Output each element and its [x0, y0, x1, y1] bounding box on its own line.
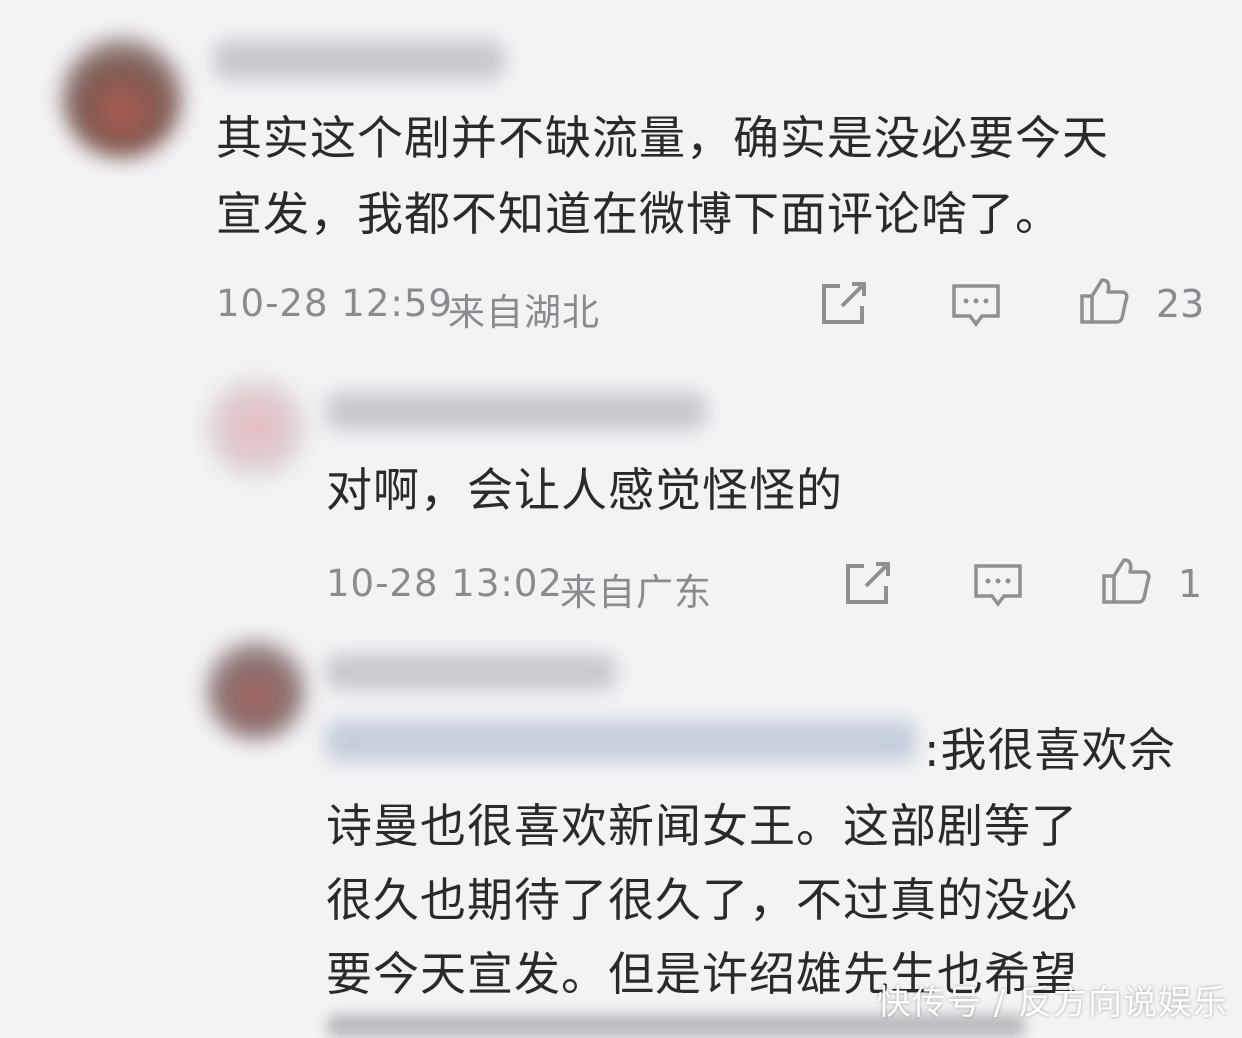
- comment-text: 很久也期待了很久了，不过真的没必: [326, 873, 1078, 927]
- avatar[interactable]: [62, 38, 182, 158]
- username-blurred[interactable]: [214, 40, 504, 80]
- username-blurred[interactable]: [326, 392, 706, 430]
- avatar[interactable]: [206, 640, 306, 740]
- thumbs-up-icon[interactable]: [1100, 554, 1152, 606]
- username-blurred[interactable]: [326, 654, 616, 690]
- location: 来自湖北: [448, 291, 600, 334]
- comment-text: 对啊，会让人感觉怪怪的: [326, 463, 843, 517]
- like-count: 1: [1178, 562, 1203, 606]
- comment-bubble-icon[interactable]: [972, 560, 1024, 612]
- avatar[interactable]: [206, 378, 306, 478]
- thumbs-up-icon[interactable]: [1078, 274, 1130, 326]
- comment-text: 宣发，我都不知道在微博下面评论啥了。: [216, 187, 1062, 241]
- comment-bubble-icon[interactable]: [950, 280, 1002, 332]
- share-edit-icon[interactable]: [818, 278, 870, 330]
- share-edit-icon[interactable]: [842, 558, 894, 610]
- comment-text: 其实这个剧并不缺流量，确实是没必要今天: [216, 111, 1109, 165]
- like-count: 23: [1156, 282, 1205, 326]
- timestamp: 10-28 13:02: [326, 562, 563, 605]
- reply-target-blurred[interactable]: [326, 720, 916, 762]
- reply-text: :我很喜欢佘: [924, 723, 1176, 777]
- comment-text: 诗曼也很喜欢新闻女王。这部剧等了: [326, 799, 1078, 853]
- location: 来自广东: [560, 571, 712, 614]
- timestamp: 10-28 12:59: [216, 282, 453, 325]
- watermark: 快传号 / 反方向说娱乐: [876, 983, 1228, 1023]
